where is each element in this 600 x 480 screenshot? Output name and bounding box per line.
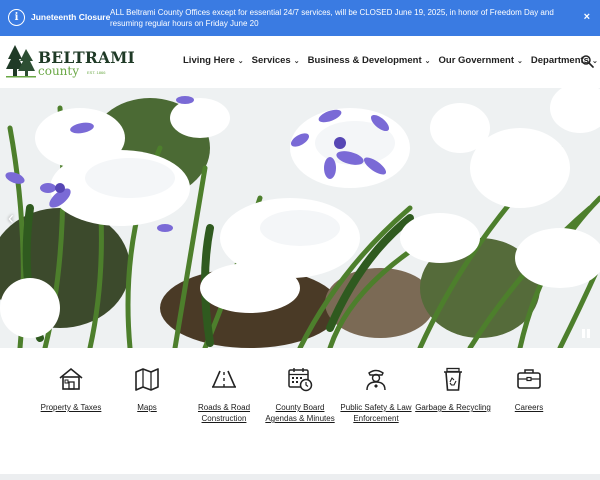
quick-link-label: Garbage & Recycling bbox=[415, 403, 491, 412]
quick-link-maps[interactable]: Maps bbox=[108, 366, 186, 413]
chevron-down-icon: ⌄ bbox=[517, 57, 523, 65]
pine-tree-icon bbox=[6, 45, 36, 78]
nav-living-here[interactable]: Living Here ⌄ bbox=[183, 55, 244, 66]
nav-services[interactable]: Services ⌄ bbox=[252, 55, 300, 66]
nav-label: Services bbox=[251, 55, 291, 66]
quick-link-county-board[interactable]: County Board Agendas & Minutes bbox=[261, 366, 339, 424]
officer-icon bbox=[366, 369, 386, 391]
quick-link-label: Property & Taxes bbox=[40, 403, 102, 412]
site-logo[interactable]: BELTRAMI county EST. 1866 bbox=[6, 43, 135, 83]
chevron-down-icon: ⌄ bbox=[293, 57, 300, 65]
house-icon bbox=[59, 367, 83, 390]
alert-title: Juneteenth Closure bbox=[31, 12, 111, 22]
logo-established: EST. 1866 bbox=[87, 70, 106, 75]
logo-county: county bbox=[38, 64, 80, 78]
quick-links: Property & Taxes Maps Roads & Road Const… bbox=[0, 348, 600, 474]
pause-icon[interactable] bbox=[582, 329, 590, 338]
quick-link-label: County Board Agendas & Minutes bbox=[265, 403, 335, 423]
quick-link-careers[interactable]: Careers bbox=[490, 366, 568, 413]
chevron-down-icon: ⌄ bbox=[237, 57, 244, 65]
quick-link-public-safety[interactable]: Public Safety & Law Enforcement bbox=[337, 366, 415, 424]
search-icon[interactable] bbox=[580, 54, 594, 68]
previous-slide-button[interactable]: ‹ bbox=[8, 208, 14, 229]
calendar-clock-icon bbox=[288, 368, 313, 392]
chevron-down-icon: ⌄ bbox=[424, 57, 431, 65]
map-icon bbox=[135, 368, 159, 391]
quick-link-label: Maps bbox=[137, 403, 157, 412]
nav-label: Our Government bbox=[438, 55, 515, 66]
alert-banner: i Juneteenth Closure ALL Beltrami County… bbox=[0, 0, 600, 36]
quick-link-garbage-recycling[interactable]: Garbage & Recycling bbox=[414, 366, 492, 413]
quick-link-label: Careers bbox=[514, 403, 544, 412]
hero-slideshow: ‹ bbox=[0, 88, 600, 348]
quick-link-label: Roads & Road Construction bbox=[197, 403, 251, 423]
alert-message: ALL Beltrami County Offices except for e… bbox=[110, 8, 554, 28]
info-icon: i bbox=[8, 9, 25, 26]
close-icon[interactable]: × bbox=[584, 11, 590, 23]
briefcase-icon bbox=[517, 369, 541, 389]
road-icon bbox=[212, 370, 236, 388]
main-nav: Living Here ⌄ Services ⌄ Business & Develo… bbox=[183, 55, 600, 66]
site-header: BELTRAMI county EST. 1866 Living Here ⌄ S… bbox=[0, 36, 600, 88]
recycle-bin-icon bbox=[444, 367, 462, 391]
quick-link-roads[interactable]: Roads & Road Construction bbox=[185, 366, 263, 424]
nav-label: Business & Development bbox=[307, 55, 422, 66]
quick-link-property-taxes[interactable]: Property & Taxes bbox=[32, 366, 110, 413]
section-divider bbox=[0, 474, 600, 480]
hero-image bbox=[0, 88, 600, 348]
nav-our-government[interactable]: Our Government ⌄ bbox=[439, 55, 523, 66]
nav-business-development[interactable]: Business & Development ⌄ bbox=[308, 55, 431, 66]
quick-link-label: Public Safety & Law Enforcement bbox=[340, 403, 412, 423]
nav-label: Living Here bbox=[183, 55, 235, 66]
